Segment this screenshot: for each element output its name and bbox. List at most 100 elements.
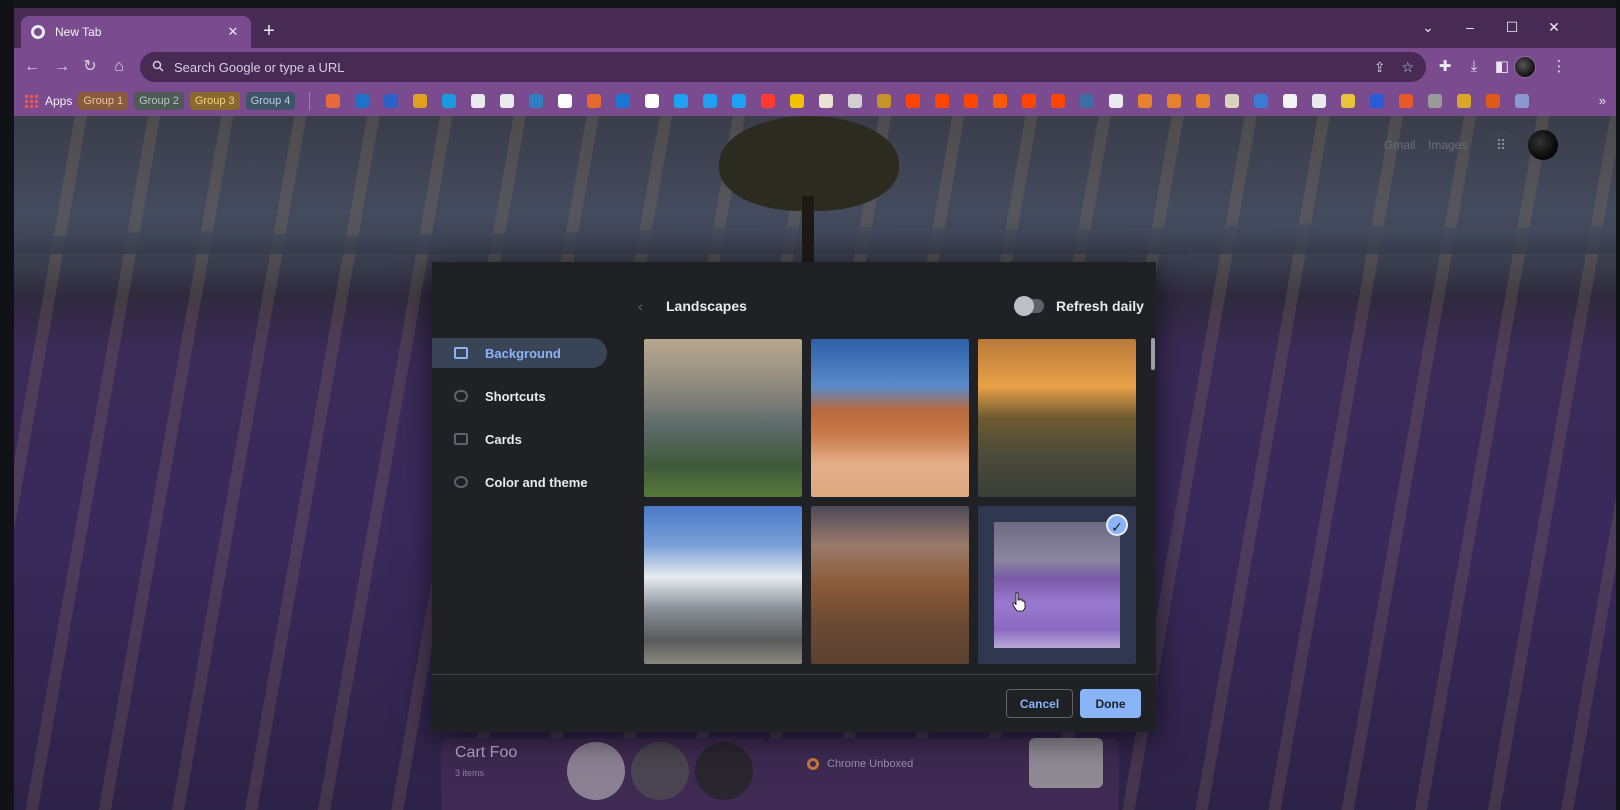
sidebar-item-cards[interactable]: Cards: [432, 424, 607, 454]
link-icon: [454, 390, 468, 402]
bookmark-favicon-icon[interactable]: [1282, 94, 1297, 108]
dialog-footer: Cancel Done: [432, 674, 1156, 732]
tab-new-tab[interactable]: New Tab ✕: [21, 16, 251, 48]
bookmark-favicon-icon[interactable]: [412, 94, 427, 108]
account-avatar[interactable]: [1528, 130, 1558, 160]
sidebar-item-background[interactable]: Background: [432, 338, 607, 368]
side-panel-icon[interactable]: ◧: [1491, 56, 1513, 78]
bookmark-favicon-icon[interactable]: [731, 94, 746, 108]
bookmark-favicon-icon[interactable]: [1079, 94, 1094, 108]
bookmark-favicon-icon[interactable]: [1224, 94, 1239, 108]
address-input[interactable]: [174, 59, 1358, 75]
background-tile-canyon-sunset[interactable]: [978, 339, 1136, 497]
bookmark-favicon-icon[interactable]: [1427, 94, 1442, 108]
bookmark-favicon-icon[interactable]: [499, 94, 514, 108]
bookmark-favicon-icon[interactable]: [934, 94, 949, 108]
sidebar-item-shortcuts[interactable]: Shortcuts: [432, 381, 607, 411]
refresh-daily-toggle[interactable]: [1014, 296, 1044, 316]
bookmark-favicon-icon[interactable]: [325, 94, 340, 108]
done-button[interactable]: Done: [1080, 689, 1141, 718]
home-button[interactable]: ⌂: [107, 55, 131, 79]
tab-group-chip[interactable]: Group 1: [78, 92, 129, 110]
bookmark-favicon-icon[interactable]: [1195, 94, 1210, 108]
bookmark-favicon-icon[interactable]: [528, 94, 543, 108]
sidebar-item-color-and-theme[interactable]: Color and theme: [432, 467, 607, 497]
new-tab-button[interactable]: +: [257, 20, 281, 44]
back-arrow-icon[interactable]: ‹: [638, 298, 643, 314]
images-link[interactable]: Images: [1428, 138, 1467, 152]
back-button[interactable]: ←: [20, 55, 44, 79]
bookmark-star-icon[interactable]: ☆: [1401, 59, 1414, 76]
background-tile-delicate-arch[interactable]: [811, 339, 969, 497]
bookmark-favicon-icon[interactable]: [470, 94, 485, 108]
bookmark-favicon-icon[interactable]: [760, 94, 775, 108]
chrome-icon: [807, 758, 819, 770]
bookmark-favicon-icon[interactable]: [992, 94, 1007, 108]
bookmark-favicon-icon[interactable]: [441, 94, 456, 108]
menu-icon[interactable]: ⋮: [1548, 56, 1570, 78]
apps-shortcut[interactable]: Apps: [24, 94, 72, 108]
download-icon[interactable]: ⤓: [1463, 56, 1485, 78]
profile-avatar[interactable]: [1514, 56, 1536, 78]
minimize-button[interactable]: –: [1450, 14, 1490, 40]
bookmark-favicon-icon[interactable]: [1485, 94, 1500, 108]
palette-icon: [454, 476, 468, 488]
omnibox[interactable]: ⇪ ☆: [140, 52, 1426, 82]
tab-search-icon[interactable]: ⌄: [1408, 14, 1448, 40]
bookmark-favicon-icon[interactable]: [354, 94, 369, 108]
bookmark-favicon-icon[interactable]: [818, 94, 833, 108]
bookmark-favicon-icon[interactable]: [644, 94, 659, 108]
bookmark-favicon-icon[interactable]: [586, 94, 601, 108]
search-icon: [152, 60, 164, 75]
close-window-button[interactable]: ✕: [1534, 14, 1574, 40]
extensions-puzzle-icon[interactable]: ✚: [1434, 56, 1456, 78]
bookmark-favicon-icon[interactable]: [702, 94, 717, 108]
tab-close-icon[interactable]: ✕: [225, 24, 241, 40]
recent-card[interactable]: Chrome Unboxed: [767, 738, 1119, 810]
sidebar-item-label: Cards: [485, 431, 522, 447]
tab-group-chip[interactable]: Group 2: [134, 92, 184, 110]
cancel-button[interactable]: Cancel: [1006, 689, 1073, 718]
bookmark-favicon-icon[interactable]: [383, 94, 398, 108]
bookmark-favicon-icon[interactable]: [963, 94, 978, 108]
tab-group-chip[interactable]: Group 4: [245, 92, 296, 110]
bookmark-favicon-icon[interactable]: [789, 94, 804, 108]
bookmark-favicon-icon[interactable]: [1514, 94, 1529, 108]
background-tile-lavender-field[interactable]: ✓: [978, 506, 1136, 664]
google-apps-icon[interactable]: ⠿: [1486, 130, 1516, 160]
background-tile-rocky-lake[interactable]: [644, 339, 802, 497]
bookmark-favicon-icon[interactable]: [673, 94, 688, 108]
gmail-link[interactable]: Gmail: [1384, 138, 1415, 152]
selected-check-icon: ✓: [1106, 514, 1128, 536]
scrollbar-thumb[interactable]: [1151, 338, 1155, 370]
bookmarks-overflow-icon[interactable]: »: [1599, 93, 1606, 108]
forward-button[interactable]: →: [50, 55, 74, 79]
bookmark-favicon-icon[interactable]: [1398, 94, 1413, 108]
cart-card[interactable]: Cart Foo 3 items: [441, 738, 767, 810]
background-tree-trunk: [802, 196, 814, 266]
background-tile-snowy-mountain[interactable]: [644, 506, 802, 664]
tab-group-chip[interactable]: Group 3: [189, 92, 240, 110]
maximize-button[interactable]: ☐: [1492, 14, 1532, 40]
bookmark-favicon-icon[interactable]: [1369, 94, 1384, 108]
bookmark-favicon-icon[interactable]: [1108, 94, 1123, 108]
refresh-daily-label: Refresh daily: [1056, 298, 1144, 314]
bookmark-favicon-icon[interactable]: [876, 94, 891, 108]
bookmark-favicon-icon[interactable]: [615, 94, 630, 108]
share-icon[interactable]: ⇪: [1374, 59, 1386, 76]
tab-strip: New Tab ✕ + ⌄ – ☐ ✕: [14, 8, 1616, 48]
bookmark-favicon-icon[interactable]: [1340, 94, 1355, 108]
bookmark-favicon-icon[interactable]: [847, 94, 862, 108]
bookmark-favicon-icon[interactable]: [1311, 94, 1326, 108]
bookmarks-bar: Apps Group 1 Group 2 Group 3 Group 4 »: [14, 86, 1616, 116]
reload-button[interactable]: ↻: [78, 55, 102, 79]
bookmark-favicon-icon[interactable]: [1456, 94, 1471, 108]
bookmark-favicon-icon[interactable]: [557, 94, 572, 108]
bookmark-favicon-icon[interactable]: [1166, 94, 1181, 108]
bookmark-favicon-icon[interactable]: [1050, 94, 1065, 108]
background-tile-desert-valley[interactable]: [811, 506, 969, 664]
bookmark-favicon-icon[interactable]: [1137, 94, 1152, 108]
bookmark-favicon-icon[interactable]: [1021, 94, 1036, 108]
bookmark-favicon-icon[interactable]: [905, 94, 920, 108]
bookmark-favicon-icon[interactable]: [1253, 94, 1268, 108]
